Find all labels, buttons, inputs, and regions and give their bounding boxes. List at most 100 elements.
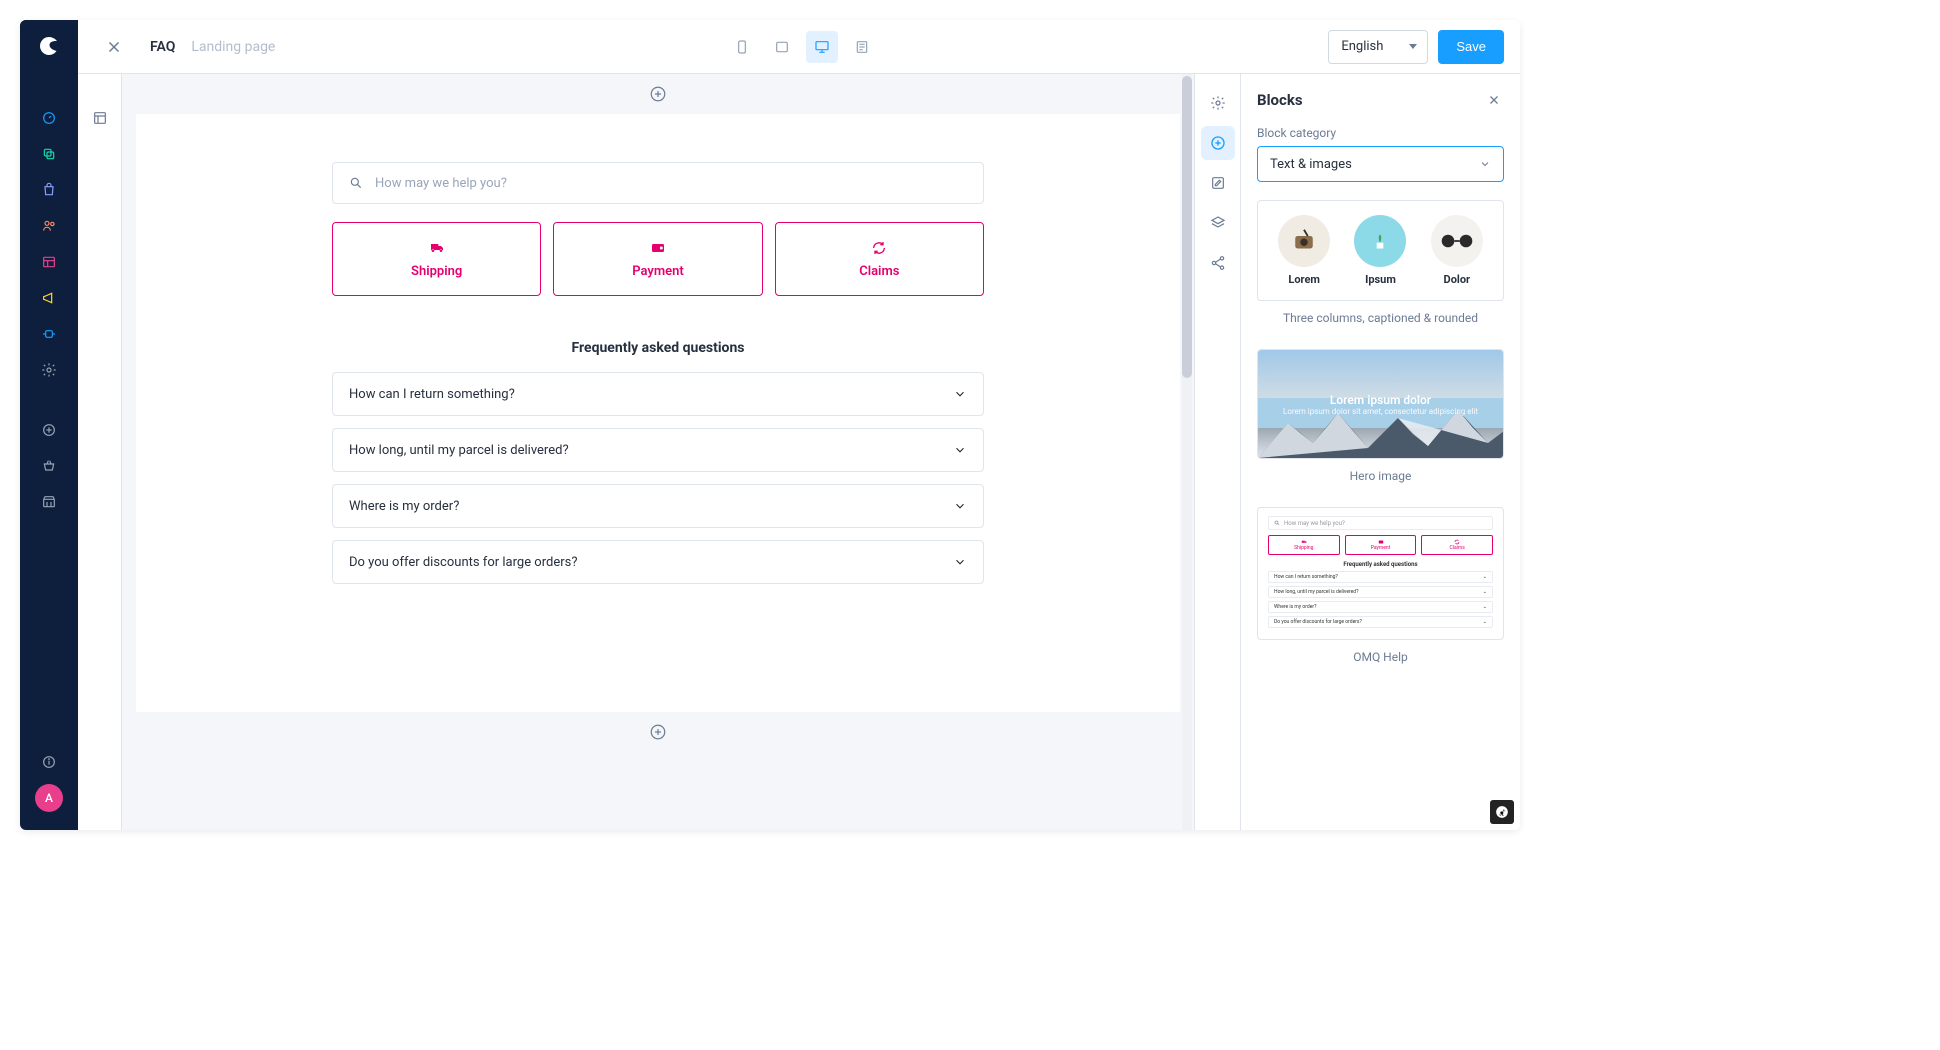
thumbnail-circle — [1431, 215, 1483, 267]
block-category-label: Block category — [1257, 126, 1504, 140]
nav-settings[interactable] — [20, 352, 78, 388]
omq-preview-card-label: Payment — [1371, 545, 1391, 551]
layers-copy-icon — [41, 146, 57, 162]
block-template-omq-help[interactable]: How may we help you? Shipping Payment — [1257, 507, 1504, 640]
canvas-wrap: How may we help you? Shipping Payment — [122, 74, 1194, 830]
omq-preview-card-label: Claims — [1449, 545, 1464, 551]
wallet-icon — [648, 240, 668, 256]
device-desktop-button[interactable] — [806, 31, 838, 63]
refresh-icon — [870, 240, 888, 256]
chevron-down-icon — [953, 387, 967, 401]
omq-preview-card: Claims — [1421, 535, 1493, 555]
close-icon — [105, 38, 123, 56]
topic-card-payment[interactable]: Payment — [553, 222, 762, 296]
nav-user[interactable]: A — [20, 780, 78, 816]
panel-share-button[interactable] — [1201, 246, 1235, 280]
nav-catalogues[interactable] — [20, 136, 78, 172]
topic-card-shipping[interactable]: Shipping — [332, 222, 541, 296]
block-template-hero-image[interactable]: Lorem ipsum dolor Lorem ipsum dolor sit … — [1257, 349, 1504, 459]
panel-settings-button[interactable] — [1201, 86, 1235, 120]
chevron-down-icon — [953, 499, 967, 513]
nav-content[interactable] — [20, 244, 78, 280]
blocks-panel: Blocks Block category Text & images — [1240, 74, 1520, 830]
faq-question: How long, until my parcel is delivered? — [349, 443, 569, 458]
omq-preview-faq: Where is my order?⌄ — [1268, 601, 1493, 613]
layout-sidebar-icon — [92, 110, 108, 126]
tablet-icon — [773, 39, 791, 55]
app-logo — [20, 20, 78, 72]
plus-circle-icon — [1210, 135, 1226, 151]
panel-edit-button[interactable] — [1201, 166, 1235, 200]
close-icon — [1488, 94, 1500, 106]
storefront-icon — [41, 494, 57, 510]
nav-dashboard[interactable] — [20, 100, 78, 136]
gauge-icon — [41, 110, 57, 126]
faq-item[interactable]: How can I return something? — [332, 372, 984, 416]
left-tool-strip — [78, 74, 122, 830]
right-tool-strip — [1194, 74, 1240, 830]
device-tablet-button[interactable] — [766, 31, 798, 63]
save-button[interactable]: Save — [1438, 30, 1504, 64]
language-select[interactable]: English — [1328, 30, 1428, 64]
column-caption: Ipsum — [1365, 273, 1396, 286]
faq-question: Where is my order? — [349, 499, 459, 514]
smartphone-icon — [734, 39, 750, 55]
nav-basket[interactable] — [20, 448, 78, 484]
nav-customers[interactable] — [20, 208, 78, 244]
close-editor-button[interactable] — [94, 27, 134, 67]
chevron-down-icon — [1479, 158, 1491, 170]
topic-label: Payment — [632, 264, 684, 279]
device-form-button[interactable] — [846, 31, 878, 63]
omq-preview-faq: Do you offer discounts for large orders?… — [1268, 616, 1493, 628]
nav-extensions[interactable] — [20, 316, 78, 352]
add-section-bottom-button[interactable] — [122, 712, 1194, 752]
panel-title: Blocks — [1257, 91, 1303, 109]
nav-help[interactable] — [20, 744, 78, 780]
nav-orders[interactable] — [20, 172, 78, 208]
symfony-icon — [1495, 805, 1509, 819]
help-search-input[interactable]: How may we help you? — [332, 162, 984, 204]
omq-preview-card: Shipping — [1268, 535, 1340, 555]
info-icon — [41, 754, 57, 770]
omq-preview-card: Payment — [1345, 535, 1417, 555]
block-template-three-columns[interactable]: Lorem Ipsum Dolor — [1257, 200, 1504, 301]
add-section-top-button[interactable] — [122, 74, 1194, 114]
faq-question: Do you offer discounts for large orders? — [349, 555, 578, 570]
gear-icon — [1210, 95, 1226, 111]
faq-item[interactable]: How long, until my parcel is delivered? — [332, 428, 984, 472]
omq-preview-heading: Frequently asked questions — [1268, 561, 1493, 568]
block-category-select[interactable]: Text & images — [1257, 146, 1504, 182]
canvas[interactable]: How may we help you? Shipping Payment — [136, 114, 1180, 712]
camera-icon — [1289, 226, 1319, 256]
faq-item[interactable]: Where is my order? — [332, 484, 984, 528]
topic-card-claims[interactable]: Claims — [775, 222, 984, 296]
plant-icon — [1370, 226, 1390, 256]
page-type-label: Landing page — [191, 39, 275, 55]
device-mobile-button[interactable] — [726, 31, 758, 63]
gear-icon — [41, 362, 57, 378]
device-preview-switcher — [291, 31, 1312, 63]
omq-preview-faq: How long, until my parcel is delivered?⌄ — [1268, 586, 1493, 598]
omq-preview-faq: How can I return something?⌄ — [1268, 571, 1493, 583]
nav-add[interactable] — [20, 412, 78, 448]
search-icon — [349, 176, 363, 190]
hero-title: Lorem ipsum dolor — [1330, 393, 1431, 407]
panel-close-button[interactable] — [1484, 90, 1504, 110]
basket-icon — [41, 458, 57, 474]
nav-calendar[interactable] — [20, 484, 78, 520]
panel-layers-button[interactable] — [1201, 206, 1235, 240]
navigator-button[interactable] — [84, 102, 116, 134]
layout-icon — [41, 254, 57, 270]
nav-marketing[interactable] — [20, 280, 78, 316]
symfony-debug-button[interactable] — [1490, 800, 1514, 824]
omq-preview-faq-text: Do you offer discounts for large orders? — [1274, 619, 1362, 625]
topic-label: Claims — [859, 264, 899, 279]
panel-blocks-button[interactable] — [1201, 126, 1235, 160]
plus-circle-icon — [649, 723, 667, 741]
chevron-down-icon — [953, 555, 967, 569]
column-caption: Lorem — [1288, 273, 1320, 286]
omq-preview-faq-text: Where is my order? — [1274, 604, 1316, 610]
main: FAQ Landing page English — [78, 20, 1520, 830]
scrollbar-thumb[interactable] — [1182, 76, 1192, 378]
faq-item[interactable]: Do you offer discounts for large orders? — [332, 540, 984, 584]
